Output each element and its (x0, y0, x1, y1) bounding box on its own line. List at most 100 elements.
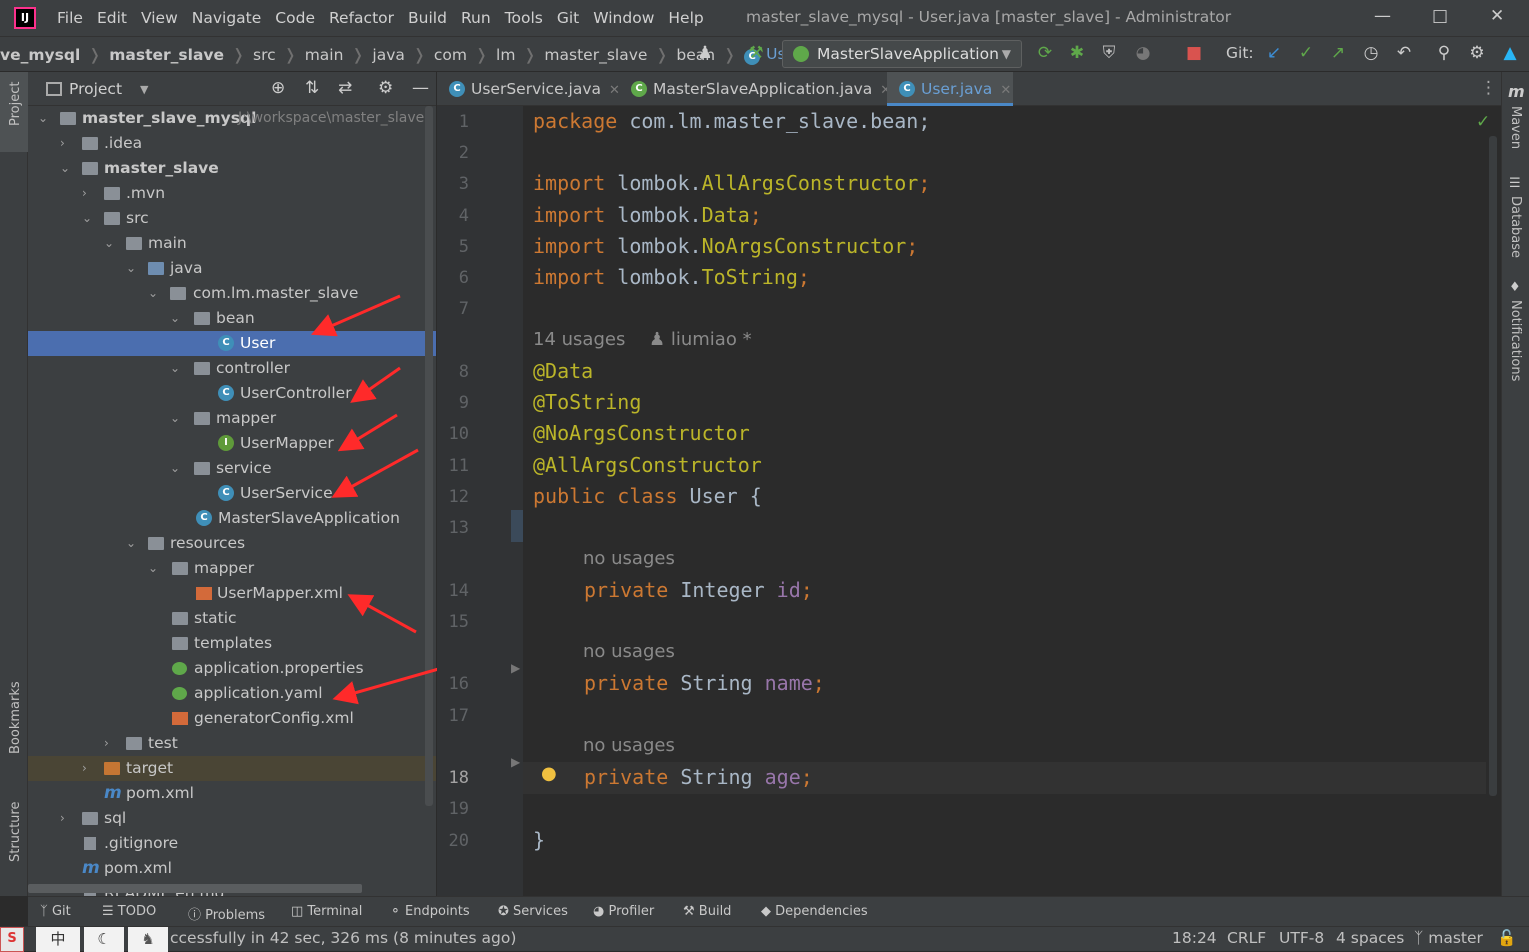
chevron-down-icon[interactable]: ▼ (140, 83, 148, 96)
tree-item-test[interactable]: › test (28, 731, 436, 756)
crumb-master-slave[interactable]: master_slave (544, 46, 647, 64)
tree-item-pom-module[interactable]: m pom.xml (28, 781, 436, 806)
debug-icon[interactable]: ✱ (1066, 42, 1088, 64)
lightbulb-icon[interactable]: ● (541, 763, 557, 784)
minimize-icon[interactable]: — (1374, 6, 1391, 26)
indent-setting[interactable]: 4 spaces (1336, 929, 1404, 947)
menu-window[interactable]: Window (593, 9, 654, 27)
crumb-lm[interactable]: lm (496, 46, 515, 64)
menu-run[interactable]: Run (461, 9, 491, 27)
settings-icon[interactable]: ⚙ (1466, 42, 1488, 64)
search-icon[interactable]: ⚲ (1433, 42, 1455, 64)
tool-endpoints[interactable]: ⚬ Endpoints (390, 904, 470, 919)
moon-icon[interactable]: ☾ (84, 927, 124, 952)
menu-tools[interactable]: Tools (505, 9, 543, 27)
tool-terminal[interactable]: ◫ Terminal (291, 904, 362, 919)
no-usages-hint[interactable]: no usages (583, 548, 675, 569)
menu-edit[interactable]: Edit (97, 9, 127, 27)
menu-view[interactable]: View (141, 9, 178, 27)
crumb-com[interactable]: com (434, 46, 467, 64)
crumb-src[interactable]: src (253, 46, 276, 64)
tree-item-sql[interactable]: › sql (28, 806, 436, 831)
close-icon[interactable]: ✕ (1490, 6, 1504, 26)
tool-git[interactable]: ᛉ Git (40, 904, 71, 919)
run-config-select[interactable]: MasterSlaveApplication ▼ (782, 40, 1022, 68)
run-gutter-icon[interactable]: ▶ (511, 755, 520, 769)
tool-services[interactable]: ✪ Services (498, 904, 568, 919)
gear-icon[interactable]: ⚙ (378, 78, 393, 98)
menu-navigate[interactable]: Navigate (192, 9, 262, 27)
menu-refactor[interactable]: Refactor (329, 9, 394, 27)
structure-tool-button[interactable]: Structure (8, 802, 23, 862)
menu-git[interactable]: Git (557, 9, 579, 27)
tool-problems[interactable]: ⓘ Problems (188, 904, 265, 923)
user-icon[interactable]: ♟ (694, 42, 716, 64)
editor-scrollbar[interactable] (1489, 136, 1497, 796)
tool-dependencies[interactable]: ◆ Dependencies (761, 904, 868, 919)
ime-logo-icon[interactable]: S (0, 927, 24, 952)
no-problems-check-icon[interactable]: ✓ (1476, 112, 1490, 132)
crumb-main[interactable]: main (305, 46, 344, 64)
menu-code[interactable]: Code (275, 9, 315, 27)
lock-icon[interactable]: 🔓 (1497, 929, 1516, 947)
tool-todo[interactable]: ☰ TODO (102, 904, 156, 919)
code-editor[interactable]: package com.lm.master_slave.bean; import… (523, 106, 1501, 896)
bookmarks-tool-button[interactable]: Bookmarks (8, 681, 23, 754)
coverage-icon[interactable]: ⛨ (1098, 42, 1120, 64)
hide-icon[interactable]: — (412, 78, 429, 98)
tree-item-java[interactable]: ⌄ java (28, 256, 436, 281)
crumb-module[interactable]: master_slave (109, 46, 224, 64)
tree-item-idea[interactable]: › .idea (28, 131, 436, 156)
jetbrains-icon[interactable]: ▲ (1499, 42, 1521, 64)
tool-build[interactable]: ⚒ Build (683, 904, 731, 919)
line-separator[interactable]: CRLF (1227, 929, 1266, 947)
status-message[interactable]: ccessfully in 42 sec, 326 ms (8 minutes … (170, 929, 516, 947)
horizontal-scrollbar[interactable] (28, 884, 362, 893)
close-icon[interactable]: ✕ (1000, 83, 1011, 98)
git-commit-icon[interactable]: ✓ (1295, 42, 1317, 64)
tree-item-src[interactable]: ⌄ src (28, 206, 436, 231)
run-gutter-icon[interactable]: ▶ (511, 661, 520, 675)
tree-item-master-slave[interactable]: ⌄ master_slave (28, 156, 436, 181)
maximize-icon[interactable]: □ (1432, 6, 1448, 26)
ime-mode-indicator[interactable]: 中 (36, 927, 80, 952)
tab-user-service[interactable]: C UserService.java ✕ (437, 72, 620, 106)
profile-icon[interactable]: ◕ (1132, 42, 1154, 64)
project-tool-button[interactable]: Project (8, 82, 23, 126)
history-icon[interactable]: ◷ (1360, 42, 1382, 64)
git-push-icon[interactable]: ↗ (1327, 42, 1349, 64)
tree-item-target[interactable]: › target (28, 756, 436, 781)
tab-master-slave-application[interactable]: C MasterSlaveApplication.java ✕ (619, 72, 891, 106)
git-branch[interactable]: ᛉ master (1414, 929, 1483, 947)
hammer-icon[interactable]: ⚒ (745, 42, 767, 64)
file-encoding[interactable]: UTF-8 (1279, 929, 1324, 947)
shirt-icon[interactable]: ♞ (128, 927, 168, 952)
menu-file[interactable]: File (57, 9, 83, 27)
more-icon[interactable]: ⋮ (1480, 78, 1497, 98)
tree-item-pom-root[interactable]: m pom.xml (28, 856, 436, 881)
stop-icon[interactable]: ■ (1183, 42, 1205, 64)
tab-user-java[interactable]: C User.java ✕ (887, 72, 1013, 106)
caret-position[interactable]: 18:24 (1172, 929, 1217, 947)
usages-hint[interactable]: 14 usages (533, 329, 625, 350)
author-hint[interactable]: ♟ liumiao * (649, 329, 752, 350)
menu-help[interactable]: Help (668, 9, 703, 27)
locate-icon[interactable]: ⊕ (271, 78, 285, 98)
no-usages-hint[interactable]: no usages (583, 641, 675, 662)
git-update-icon[interactable]: ↙ (1263, 42, 1285, 64)
project-view-label[interactable]: Project (69, 80, 122, 98)
tool-profiler[interactable]: ◕ Profiler (593, 904, 654, 919)
tree-item-gitignore[interactable]: .gitignore (28, 831, 436, 856)
tree-item-root[interactable]: ⌄ master_slave_mysql J:\workspace\master… (28, 106, 436, 131)
tree-item-main[interactable]: ⌄ main (28, 231, 436, 256)
database-tool-button[interactable]: Database (1508, 196, 1523, 258)
tree-item-mvn[interactable]: › .mvn (28, 181, 436, 206)
crumb-project[interactable]: ve_mysql (0, 46, 80, 64)
collapse-all-icon[interactable]: ⇄ (338, 78, 352, 98)
maven-tool-button[interactable]: Maven (1508, 106, 1523, 149)
rollback-icon[interactable]: ↶ (1393, 42, 1415, 64)
crumb-java[interactable]: java (372, 46, 404, 64)
rerun-icon[interactable]: ⟳ (1034, 42, 1056, 64)
no-usages-hint[interactable]: no usages (583, 735, 675, 756)
menu-build[interactable]: Build (408, 9, 447, 27)
